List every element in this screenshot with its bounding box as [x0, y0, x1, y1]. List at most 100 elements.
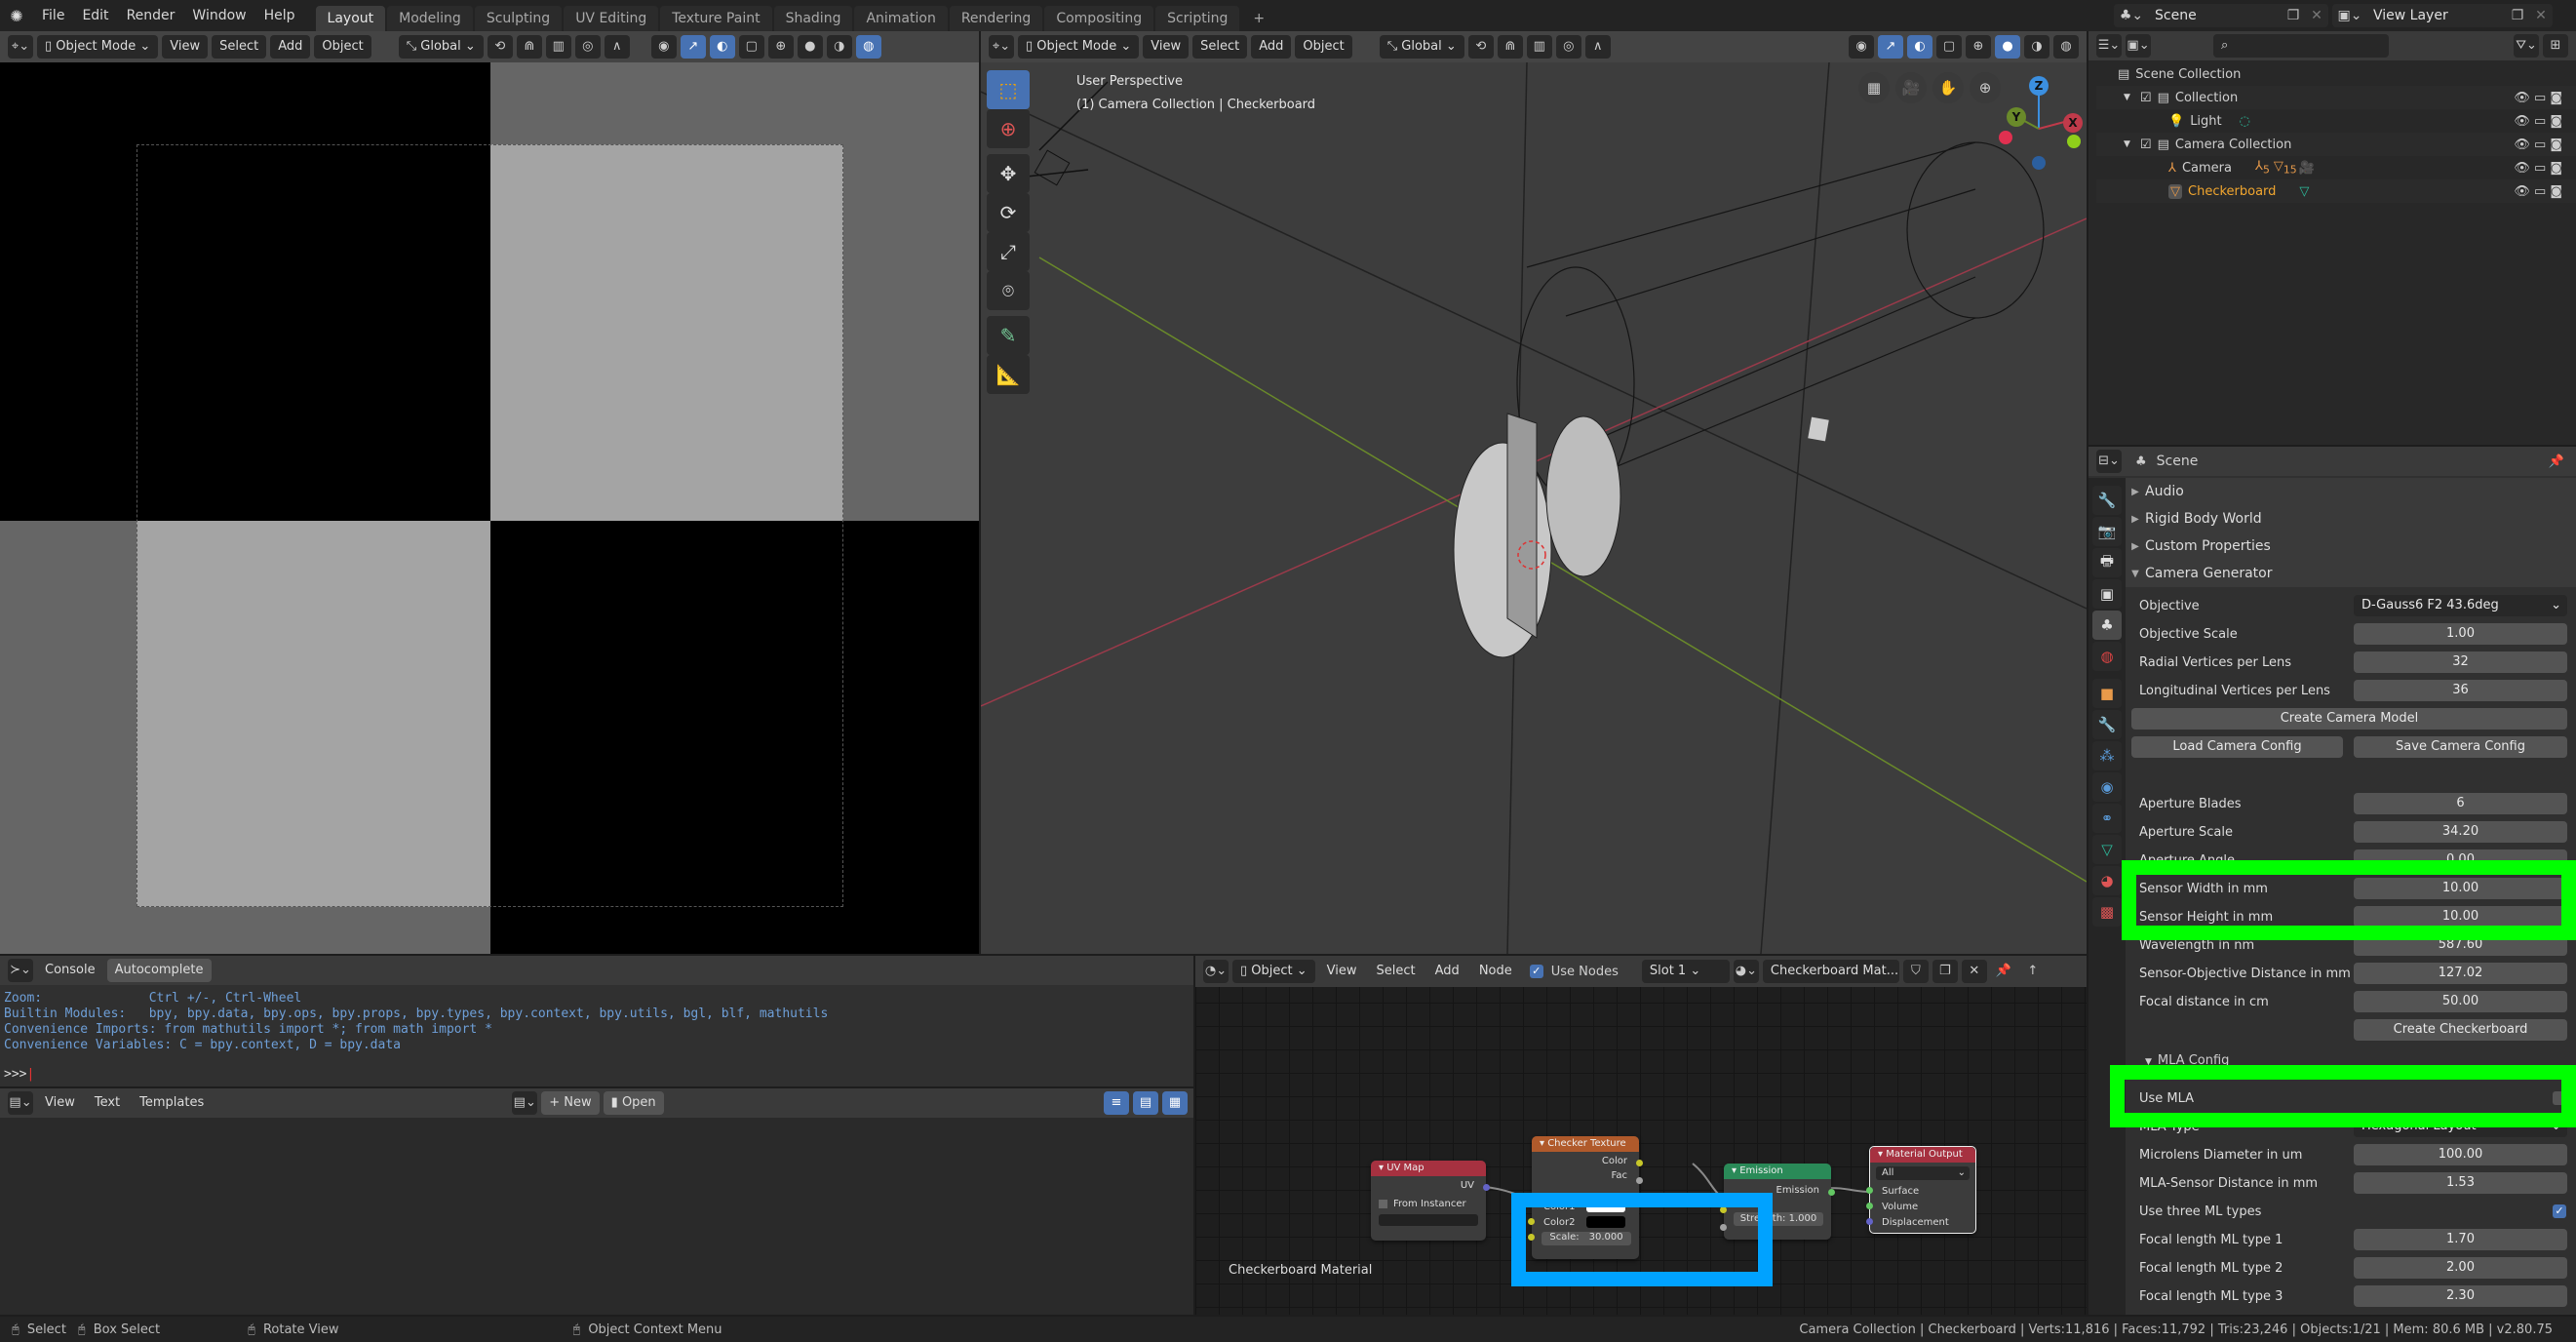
- scene-tab-icon[interactable]: ♣: [2092, 611, 2122, 640]
- fac-output-socket[interactable]: [1636, 1177, 1643, 1184]
- use-three-ml-types-checkbox[interactable]: ✓: [2553, 1204, 2566, 1218]
- editor-type-icon[interactable]: ≻⌄: [8, 959, 33, 982]
- menu-help[interactable]: Help: [255, 0, 304, 31]
- overlay-toggle-icon[interactable]: ◐: [1907, 35, 1932, 59]
- cursor-tool[interactable]: ⊕: [987, 109, 1030, 148]
- render-tab-icon[interactable]: 📷: [2092, 517, 2122, 546]
- measure-tool[interactable]: 📐: [987, 355, 1030, 394]
- outliner-scene-collection[interactable]: ▤ Scene Collection: [2096, 62, 2576, 86]
- scene-selector[interactable]: ♣⌄ Scene ❐ ✕: [2114, 4, 2328, 27]
- mla-sensor-distance-field[interactable]: 1.53: [2354, 1172, 2567, 1194]
- aperture-blades-field[interactable]: 6: [2354, 793, 2567, 814]
- microlens-diameter-field[interactable]: 100.00: [2354, 1144, 2567, 1165]
- python-console[interactable]: ≻⌄ Console Autocomplete Zoom: Ctrl +/-, …: [0, 956, 1193, 1086]
- gizmo-neg-x[interactable]: [1999, 131, 2012, 144]
- outliner-item-light[interactable]: 💡 Light ◌ 👁 ▭ ◙: [2096, 109, 2576, 133]
- outliner-item-collection[interactable]: ▼ ☑ ▤ Collection 👁 ▭ ◙: [2096, 86, 2576, 109]
- longitudinal-vertices-field[interactable]: 36: [2354, 680, 2567, 701]
- from-instancer-checkbox[interactable]: [1379, 1200, 1387, 1208]
- open-text-button[interactable]: ▮ Open: [603, 1091, 664, 1115]
- editor-type-icon[interactable]: ⌖⌄: [989, 35, 1014, 59]
- shading-rendered-icon[interactable]: ◍: [855, 35, 881, 59]
- node-material-output[interactable]: ▾ Material Output All ⌄ Surface Volume Di…: [1866, 1146, 1976, 1234]
- create-checkerboard-button[interactable]: Create Checkerboard: [2354, 1019, 2567, 1041]
- xray-icon[interactable]: ▢: [1936, 35, 1962, 59]
- menu-select[interactable]: Select: [1192, 35, 1248, 59]
- visibility-toggles[interactable]: 👁 ▭ ◙: [2514, 138, 2562, 152]
- child-empties-icon[interactable]: ⅄5: [2255, 159, 2270, 177]
- panel-camera-generator[interactable]: ▼ Camera Generator: [2126, 560, 2576, 587]
- menu-view[interactable]: View: [162, 35, 209, 59]
- shading-material-icon[interactable]: ◑: [2024, 35, 2049, 59]
- shading-rendered-icon[interactable]: ◍: [2053, 35, 2079, 59]
- mode-selector[interactable]: ▯ Object Mode ⌄: [1018, 35, 1140, 59]
- node-header[interactable]: ▾ Material Output: [1870, 1147, 1975, 1163]
- pivot-icon[interactable]: ⟲: [1467, 35, 1494, 59]
- shading-wireframe-icon[interactable]: ⊕: [1966, 35, 1991, 59]
- rotate-tool[interactable]: ⟳: [987, 193, 1030, 232]
- menu-object[interactable]: Object: [314, 35, 371, 59]
- editor-type-icon[interactable]: ▤⌄: [8, 1091, 33, 1115]
- xray-icon[interactable]: ▢: [738, 35, 764, 59]
- gizmo-y-axis[interactable]: Y: [2007, 107, 2026, 127]
- overlay-toggle-icon[interactable]: ◐: [709, 35, 735, 59]
- shading-material-icon[interactable]: ◑: [826, 35, 852, 59]
- shading-solid-icon[interactable]: ●: [797, 35, 823, 59]
- panel-audio[interactable]: ▶ Audio: [2126, 478, 2576, 505]
- snap-target-icon[interactable]: ▥: [545, 35, 571, 59]
- tool-tab-icon[interactable]: 🔧: [2092, 486, 2122, 515]
- focal-ml-type-2-field[interactable]: 2.00: [2354, 1257, 2567, 1279]
- objective-dropdown[interactable]: D-Gauss6 F2 43.6deg ⌄: [2354, 595, 2567, 616]
- left-viewport[interactable]: ⌖⌄ ▯ Object Mode ⌄ View Select Add Objec…: [0, 31, 979, 954]
- pin-icon[interactable]: 📌: [2549, 454, 2564, 469]
- editor-type-icon[interactable]: ⊟⌄: [2096, 450, 2122, 473]
- menu-render[interactable]: Render: [118, 0, 184, 31]
- axis-gizmo[interactable]: Z X Y: [1985, 70, 2083, 178]
- snap-icon[interactable]: ⋒: [1497, 35, 1523, 59]
- main-viewport[interactable]: ⌖⌄ ▯ Object Mode ⌄ View Select Add Objec…: [981, 31, 2087, 954]
- constraints-tab-icon[interactable]: ⚭: [2092, 804, 2122, 833]
- tab-layout[interactable]: Layout: [315, 6, 386, 31]
- add-workspace-button[interactable]: +: [1241, 6, 1276, 31]
- menu-view[interactable]: View: [1143, 35, 1190, 59]
- console-prompt[interactable]: >>>|: [4, 1067, 828, 1083]
- menu-text[interactable]: Text: [87, 1091, 128, 1115]
- pan-hand-icon[interactable]: ✋: [1932, 72, 1964, 103]
- word-wrap-toggle-icon[interactable]: ▤: [1133, 1091, 1158, 1115]
- node-header[interactable]: ▾ UV Map: [1371, 1161, 1486, 1176]
- gizmo-x-axis[interactable]: X: [2063, 113, 2083, 133]
- node-header[interactable]: ▾ Emission: [1724, 1164, 1831, 1179]
- material-tab-icon[interactable]: ◕: [2092, 866, 2122, 895]
- include-checkbox[interactable]: ☑: [2140, 91, 2152, 105]
- panel-rigid-body-world[interactable]: ▶ Rigid Body World: [2126, 505, 2576, 533]
- data-tab-icon[interactable]: ▽: [2092, 835, 2122, 864]
- scale-tool[interactable]: ⤢: [987, 232, 1030, 271]
- view-layer-name[interactable]: View Layer: [2367, 8, 2506, 23]
- mesh-data-icon[interactable]: ▽: [2299, 184, 2309, 199]
- focal-ml-type-3-field[interactable]: 2.30: [2354, 1285, 2567, 1307]
- proportional-icon[interactable]: ◎: [574, 35, 601, 59]
- toggle-ortho-icon[interactable]: ▦: [1858, 72, 1890, 103]
- visibility-toggles[interactable]: 👁 ▭ ◙: [2514, 184, 2562, 199]
- delete-scene-icon[interactable]: ✕: [2305, 8, 2328, 23]
- move-tool[interactable]: ✥: [987, 154, 1030, 193]
- visibility-toggles[interactable]: 👁 ▭ ◙: [2514, 91, 2562, 105]
- load-camera-config-button[interactable]: Load Camera Config: [2131, 736, 2343, 758]
- menu-window[interactable]: Window: [183, 0, 254, 31]
- duplicate-view-layer-icon[interactable]: ❐: [2506, 8, 2529, 23]
- create-camera-model-button[interactable]: Create Camera Model: [2131, 708, 2567, 730]
- duplicate-scene-icon[interactable]: ❐: [2282, 8, 2305, 23]
- modifier-tab-icon[interactable]: 🔧: [2092, 710, 2122, 739]
- focal-distance-field[interactable]: 50.00: [2354, 991, 2567, 1012]
- proportional-icon[interactable]: ◎: [1555, 35, 1581, 59]
- texture-tab-icon[interactable]: ▩: [2092, 897, 2122, 927]
- tab-uv-editing[interactable]: UV Editing: [564, 6, 659, 31]
- tab-animation[interactable]: Animation: [854, 6, 948, 31]
- tab-scripting[interactable]: Scripting: [1155, 6, 1240, 31]
- select-box-tool[interactable]: ⬚: [987, 70, 1030, 109]
- tab-console[interactable]: Console: [37, 959, 103, 982]
- orientation-selector[interactable]: ⤡ Global ⌄: [1379, 35, 1464, 59]
- save-camera-config-button[interactable]: Save Camera Config: [2354, 736, 2567, 758]
- aperture-scale-field[interactable]: 34.20: [2354, 821, 2567, 843]
- camera-view-icon[interactable]: 🎥: [1895, 72, 1927, 103]
